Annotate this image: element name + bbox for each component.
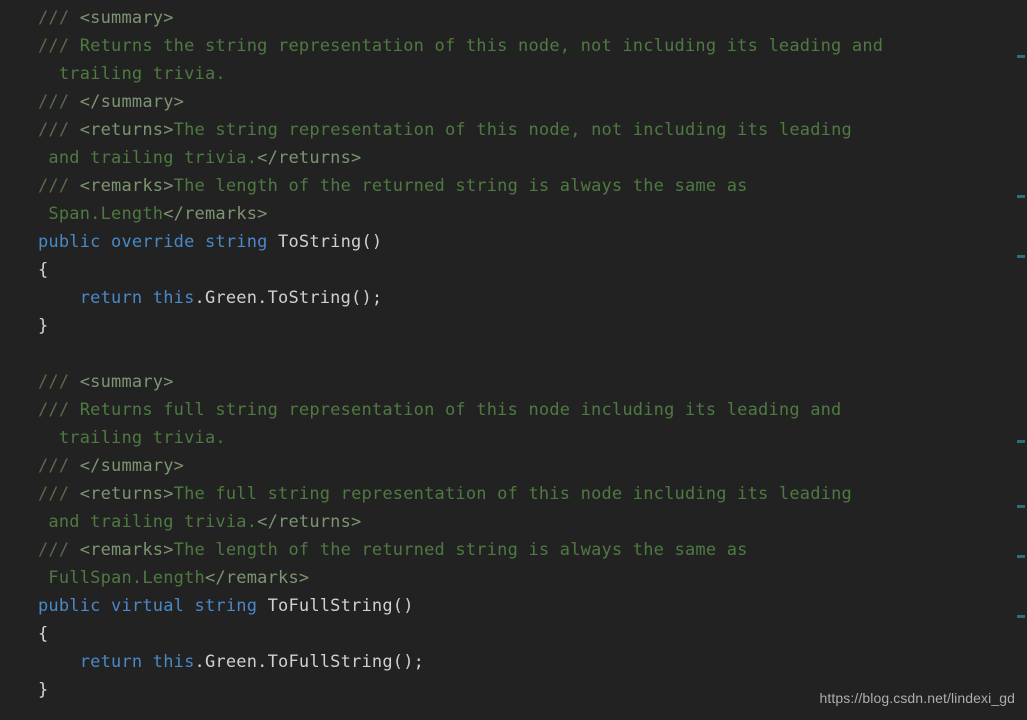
code-line[interactable]: trailing trivia.	[38, 424, 1027, 452]
code-token-slashes: ///	[38, 176, 80, 196]
code-line[interactable]: {	[38, 620, 1027, 648]
code-token-keyword: return this	[38, 652, 195, 672]
code-token-xmltag: </summary>	[79, 456, 185, 476]
code-token-xmltag: <returns>	[79, 120, 174, 140]
code-line[interactable]: /// <summary>	[38, 368, 1027, 396]
code-token-brace: {	[38, 624, 49, 644]
code-line[interactable]: and trailing trivia.</returns>	[38, 144, 1027, 172]
code-token-doctext: trailing trivia.	[38, 64, 226, 84]
code-line[interactable]: FullSpan.Length</remarks>	[38, 564, 1027, 592]
code-line[interactable]: /// <remarks>The length of the returned …	[38, 172, 1027, 200]
code-token-ident: ToString()	[267, 232, 383, 252]
code-token-slashes: ///	[38, 540, 80, 560]
code-token-ident: .Green.ToString();	[194, 288, 383, 308]
code-token-ident: ToFullString()	[257, 596, 414, 616]
watermark-url: https://blog.csdn.net/lindexi_gd	[819, 690, 1015, 706]
code-token-slashes: ///	[38, 92, 80, 112]
code-token-xmltag: </returns>	[257, 148, 362, 168]
code-line[interactable]: /// </summary>	[38, 88, 1027, 116]
code-token-keyword: public virtual string	[38, 596, 258, 616]
code-token-xmltag: <returns>	[79, 484, 174, 504]
code-token-xmltag: <summary>	[79, 8, 174, 28]
code-token-blank	[38, 344, 48, 364]
code-token-slashes: ///	[38, 400, 80, 420]
code-token-ident: .Green.ToFullString();	[194, 652, 425, 672]
code-token-doctext: Returns full string representation of th…	[79, 400, 842, 420]
code-line[interactable]: Span.Length</remarks>	[38, 200, 1027, 228]
code-token-doctext: The length of the returned string is alw…	[173, 176, 748, 196]
code-token-doctext: The length of the returned string is alw…	[173, 540, 748, 560]
code-token-brace: }	[38, 316, 49, 336]
code-token-doctext: Span.Length	[38, 204, 164, 224]
code-line[interactable]: public override string ToString()	[38, 228, 1027, 256]
code-line[interactable]: /// Returns full string representation o…	[38, 396, 1027, 424]
code-token-doctext: The full string representation of this n…	[173, 484, 852, 504]
code-token-doctext: The string representation of this node, …	[173, 120, 852, 140]
code-token-xmltag: </returns>	[257, 512, 362, 532]
code-token-doctext: Returns the string representation of thi…	[79, 36, 884, 56]
code-line[interactable]: /// Returns the string representation of…	[38, 32, 1027, 60]
code-token-xmltag: </remarks>	[204, 568, 310, 588]
code-token-xmltag: <remarks>	[79, 176, 174, 196]
code-line[interactable]: /// <returns>The full string representat…	[38, 480, 1027, 508]
code-token-doctext: and trailing trivia.	[38, 512, 258, 532]
code-line[interactable]: {	[38, 256, 1027, 284]
code-token-xmltag: </summary>	[79, 92, 185, 112]
code-line[interactable]: /// <summary>	[38, 4, 1027, 32]
code-line[interactable]: /// </summary>	[38, 452, 1027, 480]
code-line[interactable]: }	[38, 312, 1027, 340]
code-token-slashes: ///	[38, 120, 80, 140]
code-line[interactable]	[38, 340, 1027, 368]
code-token-brace: }	[38, 680, 49, 700]
code-line[interactable]: public virtual string ToFullString()	[38, 592, 1027, 620]
code-token-slashes: ///	[38, 8, 80, 28]
code-line[interactable]: return this.Green.ToFullString();	[38, 648, 1027, 676]
code-editor-surface[interactable]: /// <summary>/// Returns the string repr…	[0, 0, 1027, 720]
code-token-slashes: ///	[38, 456, 80, 476]
code-token-xmltag: <summary>	[79, 372, 174, 392]
code-token-doctext: FullSpan.Length	[38, 568, 205, 588]
code-token-doctext: and trailing trivia.	[38, 148, 258, 168]
code-line[interactable]: /// <remarks>The length of the returned …	[38, 536, 1027, 564]
code-line[interactable]: /// <returns>The string representation o…	[38, 116, 1027, 144]
code-token-slashes: ///	[38, 36, 80, 56]
code-line[interactable]: return this.Green.ToString();	[38, 284, 1027, 312]
code-token-slashes: ///	[38, 484, 80, 504]
code-lines-container[interactable]: /// <summary>/// Returns the string repr…	[38, 4, 1027, 704]
code-token-doctext: trailing trivia.	[38, 428, 226, 448]
code-line[interactable]: trailing trivia.	[38, 60, 1027, 88]
code-token-xmltag: <remarks>	[79, 540, 174, 560]
code-token-brace: {	[38, 260, 49, 280]
code-token-xmltag: </remarks>	[163, 204, 268, 224]
code-token-slashes: ///	[38, 372, 80, 392]
code-token-keyword: public override string	[38, 232, 268, 252]
code-line[interactable]: and trailing trivia.</returns>	[38, 508, 1027, 536]
code-token-keyword: return this	[38, 288, 195, 308]
